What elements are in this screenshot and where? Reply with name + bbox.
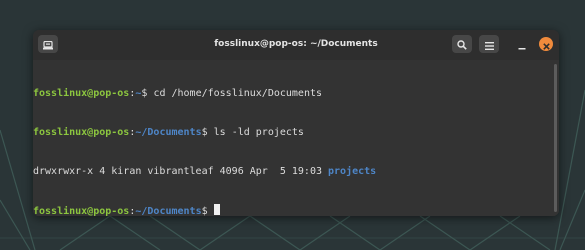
terminal-line: fosslinux@pop-os:~/Documents$ ls -ld pro… — [33, 126, 376, 139]
command-output: drwxrwxr-x 4 kiran vibrantleaf 4096 Apr … — [33, 166, 329, 177]
prompt-user-host: fosslinux@pop-os — [33, 127, 130, 138]
text-cursor — [213, 204, 220, 215]
hamburger-menu-icon — [484, 35, 494, 54]
search-button[interactable] — [452, 35, 472, 53]
scrollbar[interactable] — [554, 64, 557, 212]
terminal-output-area[interactable]: fosslinux@pop-os:~$ cd /home/fosslinux/D… — [33, 60, 559, 216]
prompt-path: ~/Documents — [135, 127, 202, 138]
prompt-symbol: $ — [201, 206, 214, 216]
command-text: cd /home/fosslinux/Documents — [153, 88, 323, 99]
terminal-line: fosslinux@pop-os:~$ cd /home/fosslinux/D… — [33, 87, 376, 100]
directory-name: projects — [328, 166, 377, 177]
search-icon — [457, 35, 467, 54]
close-icon — [542, 35, 550, 54]
title-bar[interactable]: fosslinux@pop-os: ~/Documents — [33, 30, 559, 61]
prompt-symbol: $ — [201, 127, 214, 138]
menu-button[interactable] — [479, 35, 499, 53]
terminal-line: fosslinux@pop-os:~/Documents$ — [33, 204, 376, 216]
minimize-icon — [518, 35, 526, 54]
prompt-user-host: fosslinux@pop-os — [33, 206, 130, 216]
close-button[interactable] — [539, 37, 553, 51]
terminal-line: drwxrwxr-x 4 kiran vibrantleaf 4096 Apr … — [33, 165, 376, 178]
command-text: ls -ld projects — [213, 127, 304, 138]
prompt-user-host: fosslinux@pop-os — [33, 88, 130, 99]
prompt-path: ~/Documents — [135, 206, 202, 216]
terminal-window[interactable]: fosslinux@pop-os: ~/Documents fosslinux@… — [33, 30, 559, 216]
minimize-button[interactable] — [515, 37, 529, 51]
prompt-symbol: $ — [141, 88, 154, 99]
